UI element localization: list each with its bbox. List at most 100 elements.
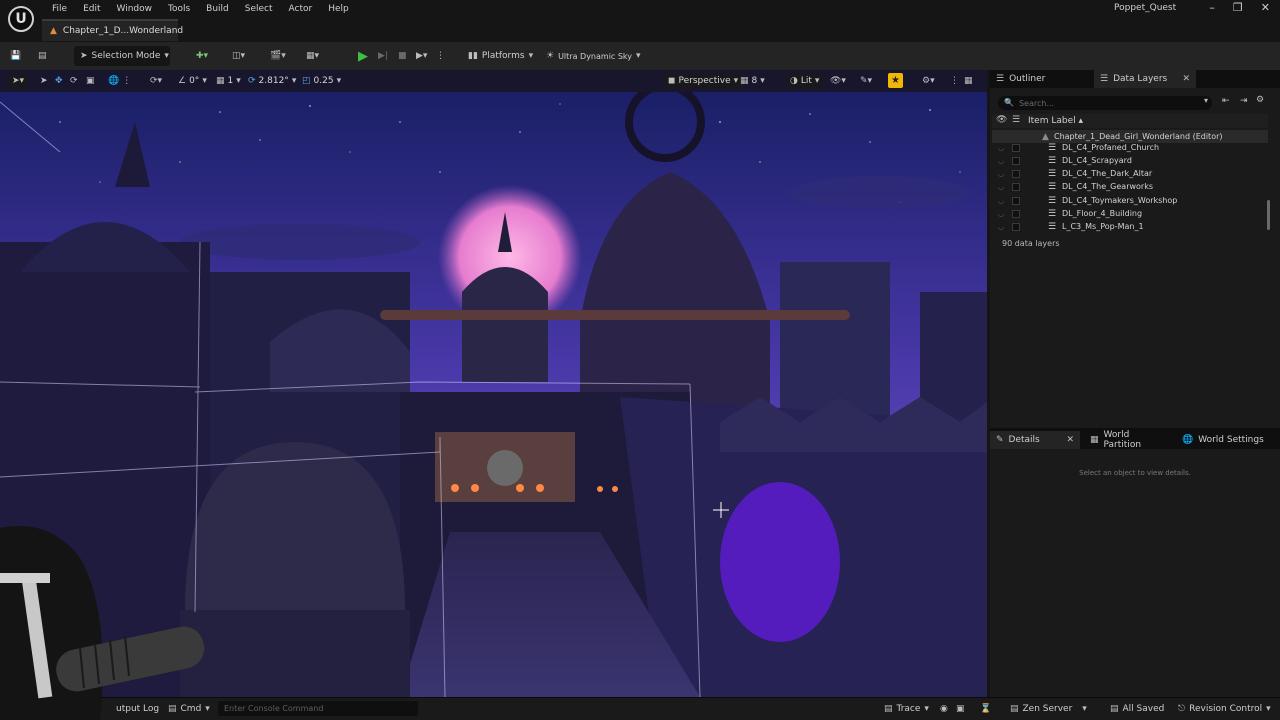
level-document-tab[interactable]: ▲ Chapter_1_D...Wonderland	[42, 19, 183, 41]
trace-dropdown[interactable]: ▤ Trace ▾	[884, 702, 929, 716]
camera-speed-dropdown[interactable]: ◰ 0.25 ▾	[302, 74, 341, 88]
menu-file[interactable]: File	[44, 4, 75, 14]
zen-server-dropdown[interactable]: ▤ Zen Server ▾	[1010, 702, 1087, 716]
list-item[interactable]: ◡ ☰ DL_C4_Scrapyard	[992, 154, 1268, 167]
globe-icon: 🌐	[1182, 434, 1194, 445]
content-browser-button[interactable]: ▤	[38, 46, 47, 66]
tab-world-settings[interactable]: 🌐 World Settings	[1176, 431, 1276, 449]
visibility-icon[interactable]: ◡	[998, 210, 1004, 218]
kebab-icon: ⋮	[122, 75, 132, 86]
build-button[interactable]: ▦▾	[306, 46, 319, 66]
list-item[interactable]: ◡ ☰ L_C3_Ms_Pop-Man_1	[992, 220, 1268, 233]
sky-label: Ultra Dynamic Sky	[558, 51, 633, 61]
tab-details[interactable]: ✎ Details ✕	[990, 431, 1080, 449]
visibility-icon[interactable]: ◡	[998, 183, 1004, 191]
selection-mode-dropdown[interactable]: ➤ Selection Mode ▾	[74, 46, 170, 66]
scale-snap-toggle[interactable]: ⟳ 2.812° ▾	[248, 74, 296, 88]
data-layers-search-input[interactable]: 🔍 Search... ▾	[998, 96, 1212, 110]
menu-tools[interactable]: Tools	[160, 4, 198, 14]
cinematics-button[interactable]: 🎬▾	[270, 46, 286, 66]
unreal-logo-icon[interactable]: U	[8, 6, 34, 32]
collapse-button[interactable]: ⇤	[1222, 96, 1230, 106]
list-item[interactable]: ◡ ☰ DL_C4_Profaned_Church	[992, 141, 1268, 154]
menu-actor[interactable]: Actor	[281, 4, 321, 14]
checkbox[interactable]	[1012, 143, 1020, 152]
tab-world-partition[interactable]: ▦ World Partition	[1084, 430, 1172, 450]
list-item[interactable]: ◡ ☰ DL_C4_The_Gearworks	[992, 180, 1268, 193]
eject-button[interactable]: ▶▾	[416, 46, 427, 66]
surface-snap-dropdown[interactable]: ⟳▾	[150, 74, 162, 88]
viewport-options-button[interactable]: ⋮	[950, 74, 959, 88]
perspective-dropdown[interactable]: ◼ Perspective ▾	[664, 74, 743, 88]
checkbox[interactable]	[1012, 182, 1020, 191]
rotate-tool-button[interactable]: ⟳	[70, 74, 78, 88]
checkbox[interactable]	[1012, 196, 1020, 205]
close-icon[interactable]: ✕	[1182, 74, 1190, 84]
clapper-icon: 🎬▾	[270, 50, 286, 61]
checkbox[interactable]	[1012, 156, 1020, 165]
play-button[interactable]: ▶	[358, 46, 368, 66]
visibility-icon[interactable]: ◡	[998, 197, 1004, 205]
outliner-settings-button[interactable]: ⚙	[1256, 95, 1264, 105]
play-options-button[interactable]: ⋮	[436, 46, 445, 66]
menu-select[interactable]: Select	[237, 4, 281, 14]
minimize-button[interactable]: –	[1209, 1, 1215, 14]
viewport-layout-button[interactable]: ▦	[964, 74, 973, 88]
tab-data-layers[interactable]: ☰ Data Layers ✕	[1094, 70, 1196, 88]
add-actor-button[interactable]: ✚▾	[196, 46, 208, 66]
snapshot-button[interactable]: ▣	[956, 702, 965, 716]
eye-icon[interactable]: 👁	[996, 116, 1007, 125]
brush-tools-dropdown[interactable]: ✎▾	[860, 74, 872, 88]
checkbox[interactable]	[1012, 169, 1020, 178]
platforms-icon: ▮▮	[468, 50, 478, 61]
play-icon: ▶	[358, 48, 368, 64]
menu-help[interactable]: Help	[320, 4, 357, 14]
console-command-input[interactable]: Enter Console Command	[218, 701, 418, 716]
show-flags-dropdown[interactable]: 👁▾	[830, 74, 846, 88]
scale-tool-button[interactable]: ▣	[86, 74, 95, 88]
visibility-icon[interactable]: ◡	[998, 157, 1004, 165]
visibility-icon[interactable]: ◡	[998, 144, 1004, 152]
lit-mode-dropdown[interactable]: ◑ Lit ▾	[786, 74, 824, 88]
menu-build[interactable]: Build	[198, 4, 237, 14]
transform-mode-dropdown[interactable]: ➤▾	[8, 74, 29, 88]
menu-window[interactable]: Window	[109, 4, 161, 14]
ultra-dynamic-sky-dropdown[interactable]: ☀ Ultra Dynamic Sky ▾	[546, 46, 641, 66]
chevron-down-icon[interactable]: ▾	[1204, 97, 1208, 105]
select-tool-button[interactable]: ➤	[40, 74, 48, 88]
play-advance-button[interactable]: ▶|	[378, 46, 388, 66]
close-icon[interactable]: ✕	[1066, 435, 1074, 445]
list-item[interactable]: ◡ ☰ DL_C4_The_Dark_Altar	[992, 167, 1268, 180]
platforms-dropdown[interactable]: ▮▮ Platforms ▾	[468, 46, 533, 66]
item-label-column[interactable]: Item Label ▴	[1028, 116, 1083, 126]
viewport-settings-dropdown[interactable]: ⚙▾	[922, 74, 935, 88]
derived-data-button[interactable]: ⌛	[980, 702, 991, 716]
visibility-icon[interactable]: ◡	[998, 223, 1004, 231]
tab-outliner[interactable]: ☰ Outliner	[990, 70, 1090, 88]
eye-icon: 👁▾	[830, 75, 846, 86]
translate-tool-button[interactable]: ✥	[55, 74, 63, 88]
save-button[interactable]: 💾	[10, 46, 21, 66]
revision-control-dropdown[interactable]: ⎋ Revision Control ▾	[1178, 702, 1271, 716]
world-local-toggle[interactable]: 🌐 ⋮	[108, 74, 131, 88]
checkbox[interactable]	[1012, 222, 1020, 231]
menu-edit[interactable]: Edit	[75, 4, 108, 14]
grid-snap-icon: ▦	[216, 75, 225, 86]
record-button[interactable]: ◉	[940, 702, 948, 716]
close-button[interactable]: ✕	[1261, 1, 1270, 14]
rotation-snap-toggle[interactable]: ∠ 0° ▾	[178, 74, 207, 88]
list-item[interactable]: ◡ ☰ DL_C4_Toymakers_Workshop	[992, 194, 1268, 207]
blueprint-button[interactable]: ◫▾	[232, 46, 245, 66]
outliner-scrollbar[interactable]	[1267, 200, 1270, 230]
data-layer-icon: ☰	[1048, 168, 1057, 179]
list-item[interactable]: ◡ ☰ DL_Floor_4_Building	[992, 207, 1268, 220]
snap-active-icon[interactable]: ★	[888, 73, 903, 88]
maximize-button[interactable]: ❐	[1233, 1, 1243, 14]
view-layout-dropdown[interactable]: ▦ 8 ▾	[740, 74, 765, 88]
checkbox[interactable]	[1012, 209, 1020, 218]
grid-snap-toggle[interactable]: ▦ 1 ▾	[216, 74, 241, 88]
visibility-icon[interactable]: ◡	[998, 170, 1004, 178]
filter-button[interactable]: ⇥	[1240, 96, 1248, 106]
save-all-button[interactable]: ▤ All Saved	[1110, 702, 1164, 716]
stop-button[interactable]: ■	[398, 46, 407, 66]
